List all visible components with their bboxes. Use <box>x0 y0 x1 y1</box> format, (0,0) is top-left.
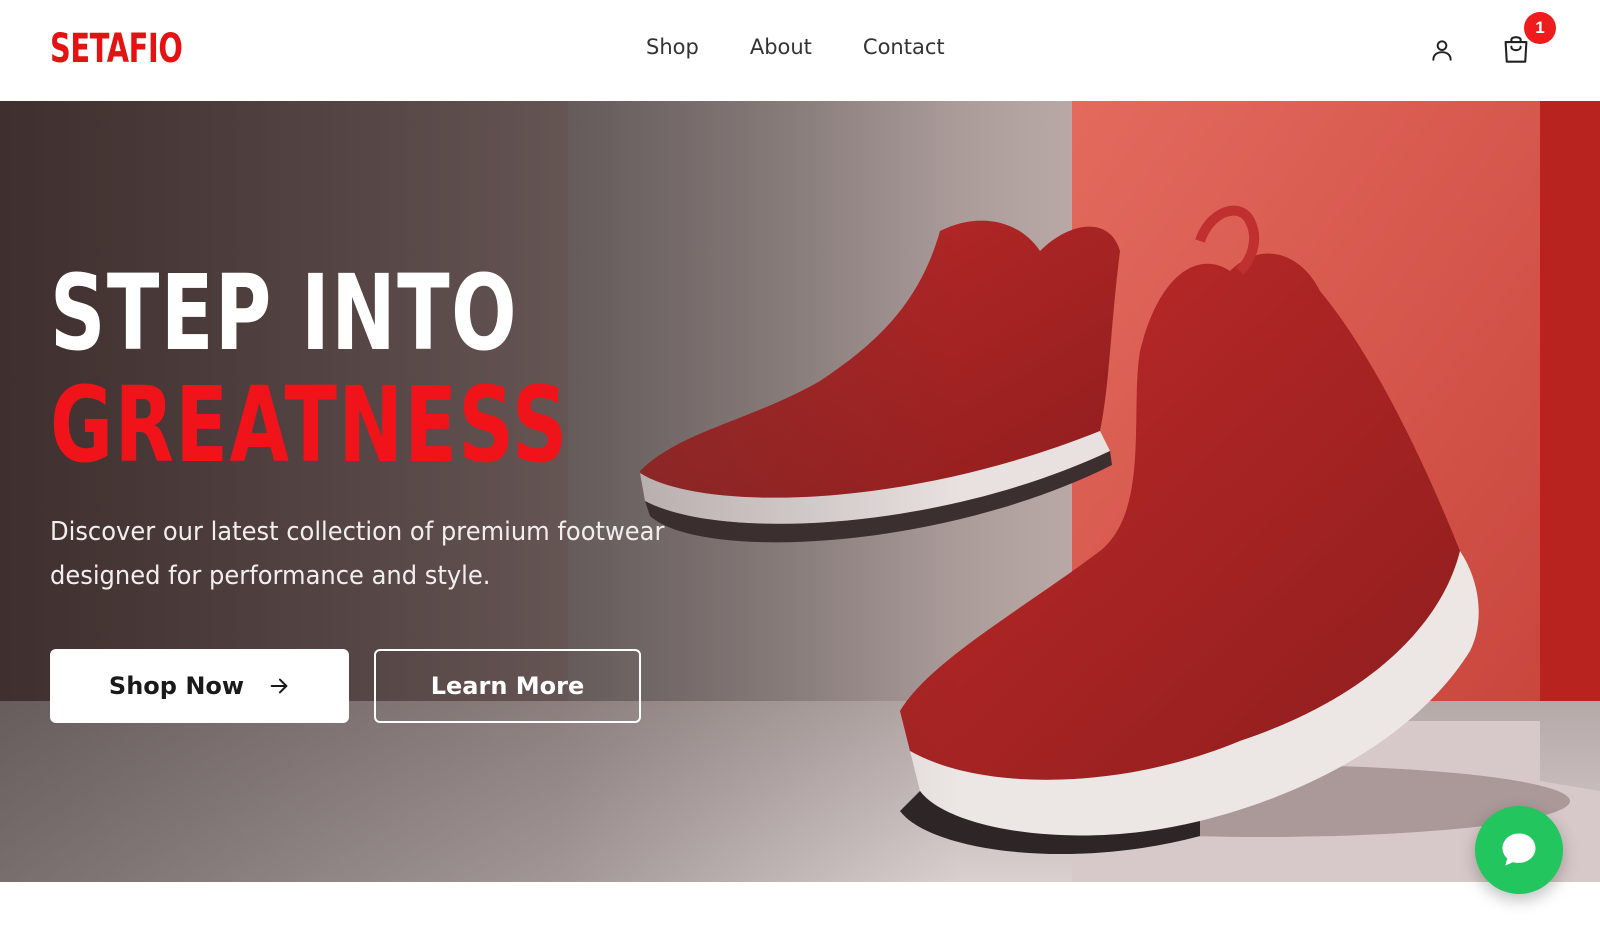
shop-now-button[interactable]: Shop Now <box>50 649 349 723</box>
nav-link-contact[interactable]: Contact <box>863 35 945 59</box>
brand-logo[interactable]: SETAFIO <box>50 26 183 72</box>
cart-count-badge: 1 <box>1524 12 1556 44</box>
site-header: SETAFIO Shop About Contact 1 <box>0 0 1600 101</box>
user-icon[interactable] <box>1428 36 1456 64</box>
learn-more-button[interactable]: Learn More <box>374 649 641 723</box>
shop-now-label: Shop Now <box>108 672 245 700</box>
nav-link-about[interactable]: About <box>750 35 812 59</box>
hero-title-line-1: STEP INTO <box>50 252 518 374</box>
hero-section: STEP INTO GREATNESS Discover our latest … <box>0 101 1600 882</box>
chat-button[interactable] <box>1475 806 1563 894</box>
main-nav: Shop About Contact <box>646 35 945 59</box>
hero-description: Discover our latest collection of premiu… <box>50 517 665 591</box>
learn-more-label: Learn More <box>430 672 585 700</box>
hero-overlay <box>0 101 1600 882</box>
arrow-right-icon <box>270 678 288 694</box>
nav-link-shop[interactable]: Shop <box>646 35 699 59</box>
shopping-bag-icon[interactable] <box>1502 34 1530 64</box>
chat-bubble-icon <box>1502 833 1536 866</box>
hero-title-line-2: GREATNESS <box>50 364 569 486</box>
